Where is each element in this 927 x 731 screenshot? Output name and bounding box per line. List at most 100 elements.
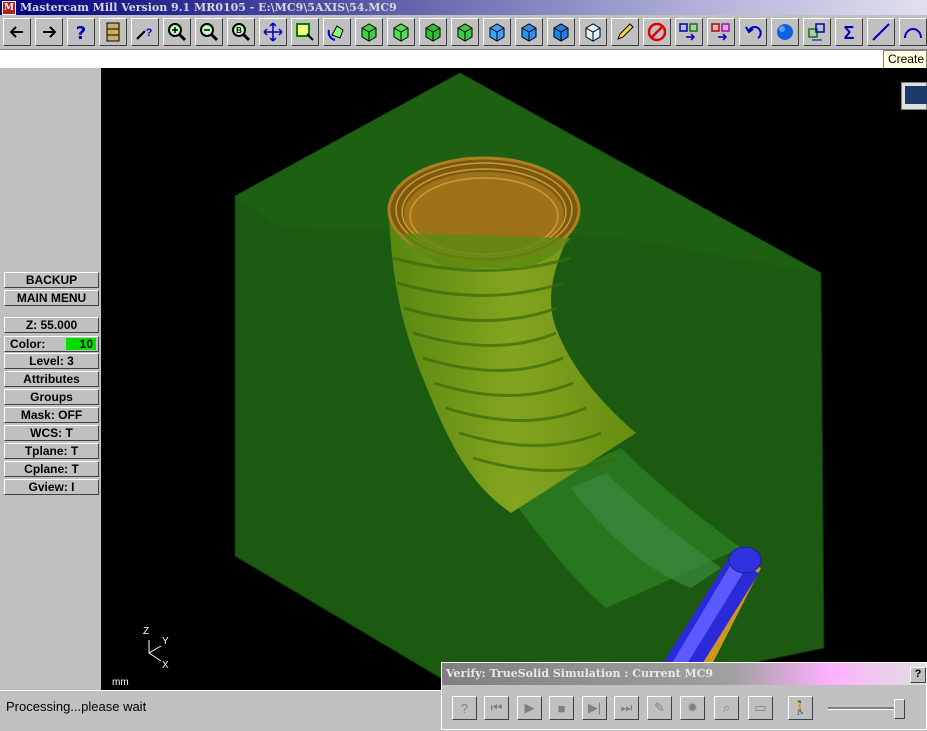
status-message: Processing...please wait [6,699,147,714]
rewind-button[interactable]: ⏮ [484,696,509,720]
cube-blue-1-icon [489,23,505,42]
svg-text:Σ: Σ [844,23,855,43]
floating-window[interactable] [901,82,927,110]
view-iso-icon [457,23,473,42]
attributes-button[interactable]: Attributes [4,371,99,387]
play-icon: ▶ [524,700,535,715]
verify-options-icon: ? [460,700,469,716]
zoom-out-icon [200,23,219,42]
zoom-verify-button[interactable]: ⌕ [714,696,739,720]
zoom-in-icon [168,23,187,42]
axis-z-label: Z [143,626,150,637]
zoom-out-button[interactable] [195,18,223,46]
shade-sphere-button[interactable] [771,18,799,46]
save-stl-button[interactable]: ▭ [748,696,773,720]
transform-icon [679,23,698,41]
line-button[interactable] [867,18,895,46]
arrow-right-icon [43,26,57,38]
walk-icon: 🚶 [792,700,809,715]
rewind-icon: ⏮ [490,700,503,715]
svg-text:?: ? [146,27,153,39]
fast-forward-button[interactable]: ⏭ [614,696,639,720]
cube-blue-4-icon [585,23,601,42]
arrow-right-button[interactable] [35,18,63,46]
speed-slider-thumb[interactable] [894,699,905,719]
play-button[interactable]: ▶ [517,696,542,720]
color-label: Color: [10,337,46,351]
verify-title: Verify: TrueSolid Simulation : Current M… [442,663,926,685]
step-button[interactable]: ▶| [582,696,607,720]
pencil-icon [617,23,634,40]
cplane-button[interactable]: Cplane: T [4,461,99,477]
rotate-view-icon [327,25,344,41]
file-cabinet-button[interactable] [99,18,127,46]
zoom-verify-icon: ⌕ [722,700,731,715]
axis-x-label: X [162,660,169,671]
gview-button[interactable]: Gview: I [4,479,99,495]
line-icon [872,23,890,41]
cube-blue-3-icon [553,23,569,42]
view-side-icon [425,23,441,42]
cube-blue-4-button[interactable] [579,18,607,46]
help-button[interactable]: ? [67,18,95,46]
undo-button[interactable] [739,18,767,46]
verify-help-button[interactable]: ? [910,667,926,683]
tool-button[interactable]: ✎ [647,696,672,720]
cube-blue-2-button[interactable] [515,18,543,46]
zoom-previous-button[interactable]: B [227,18,255,46]
pencil-button[interactable] [611,18,639,46]
groups-button[interactable]: Groups [4,389,99,405]
rotate-view-button[interactable] [323,18,351,46]
pan-button[interactable] [259,18,287,46]
view-top-icon [361,23,377,42]
create-tooltip: Create [882,50,927,70]
graphics-viewport[interactable]: Z Y X mm [101,68,927,690]
svg-text:B: B [236,26,242,35]
arrow-left-button[interactable] [3,18,31,46]
arrow-left-icon [9,26,23,38]
tool-icon: ✎ [654,700,665,715]
stop-icon: ■ [557,700,566,716]
xform-color-button[interactable] [707,18,735,46]
verify-options-button[interactable]: ? [452,696,477,720]
zoom-window-icon [296,23,314,41]
tplane-button[interactable]: Tplane: T [4,443,99,459]
level-button[interactable]: Level: 3 [4,353,99,369]
view-front-button[interactable] [387,18,415,46]
delete-button[interactable] [643,18,671,46]
walk-button[interactable]: 🚶 [788,696,813,720]
step-icon: ▶| [587,700,602,715]
cube-blue-3-button[interactable] [547,18,575,46]
sum-button[interactable]: Σ [835,18,863,46]
mask-button[interactable]: Mask: OFF [4,407,99,423]
arc-button[interactable] [899,18,927,46]
view-top-button[interactable] [355,18,383,46]
axis-y-label: Y [162,636,169,647]
transform-button[interactable] [675,18,703,46]
zoom-window-button[interactable] [291,18,319,46]
analyze-icon: ? [136,27,153,40]
axis-triad [148,640,162,662]
analyze-button[interactable]: ? [131,18,159,46]
xform-color-icon [711,23,730,41]
view-side-button[interactable] [419,18,447,46]
cube-blue-1-button[interactable] [483,18,511,46]
color-button[interactable]: Color: 10 [4,336,99,352]
shade-sphere-icon [777,24,793,40]
cube-blue-2-icon [521,23,537,42]
z-depth-button[interactable]: Z: 55.000 [4,317,99,333]
copy-to-button[interactable] [803,18,831,46]
view-iso-button[interactable] [451,18,479,46]
view-front-icon [393,23,409,42]
zoom-in-button[interactable] [163,18,191,46]
file-cabinet-icon [106,22,120,42]
speed-slider-track[interactable] [828,707,904,710]
backup-button[interactable]: BACKUP [4,272,99,288]
stop-button[interactable]: ■ [549,696,574,720]
units-label: mm [112,677,129,688]
light-button[interactable]: ✹ [680,696,705,720]
delete-icon [647,22,667,42]
wcs-button[interactable]: WCS: T [4,425,99,441]
main-menu-button[interactable]: MAIN MENU [4,290,99,306]
solid-model [148,72,825,690]
